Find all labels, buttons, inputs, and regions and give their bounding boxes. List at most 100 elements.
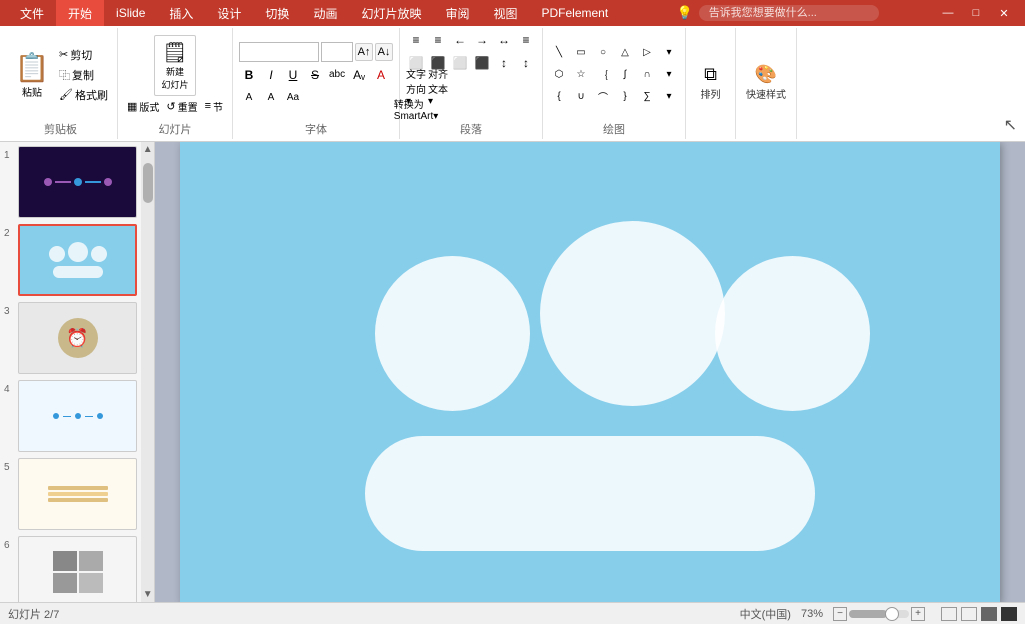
tab-animation[interactable]: 动画 bbox=[301, 0, 349, 26]
layout-button[interactable]: ▦ 版式 bbox=[124, 98, 162, 115]
column-button[interactable]: ≡ bbox=[516, 30, 536, 50]
tab-islide[interactable]: iSlide bbox=[104, 0, 157, 26]
slide-item-2[interactable]: 2 bbox=[4, 224, 137, 296]
pill-bottom[interactable] bbox=[365, 436, 815, 551]
maximize-button[interactable]: □ bbox=[963, 3, 989, 23]
text-direction2[interactable]: 文字方向▾ bbox=[406, 76, 426, 96]
zoom-in-button[interactable]: + bbox=[911, 607, 925, 621]
underline-button[interactable]: U bbox=[283, 65, 303, 85]
shape-more3[interactable]: ▾ bbox=[659, 87, 679, 107]
scroll-down-arrow[interactable]: ▼ bbox=[141, 589, 154, 600]
text-direction-button[interactable]: ↕ bbox=[516, 53, 536, 73]
slide-item-1[interactable]: 1 bbox=[4, 146, 137, 218]
reset-button[interactable]: ↺ 重置 bbox=[163, 98, 200, 115]
circle-left[interactable] bbox=[375, 256, 530, 411]
indent-decrease-button[interactable]: ← bbox=[450, 30, 470, 50]
shape-more[interactable]: ▾ bbox=[659, 43, 679, 63]
shape13[interactable]: ⌒ bbox=[593, 87, 613, 107]
new-slide-button[interactable]: 🗒 新建 幻灯片 bbox=[154, 35, 195, 96]
tab-file[interactable]: 文件 bbox=[8, 0, 56, 26]
slide-sorter-button[interactable] bbox=[961, 607, 977, 621]
font-clear-button[interactable]: Aa bbox=[283, 88, 303, 108]
circle-center[interactable] bbox=[540, 221, 725, 406]
reading-view-button[interactable] bbox=[981, 607, 997, 621]
tab-home[interactable]: 开始 bbox=[56, 0, 104, 26]
tab-review[interactable]: 审阅 bbox=[433, 0, 481, 26]
font-size-input[interactable]: 18 bbox=[321, 42, 353, 62]
slide-panel-scrollbar[interactable]: ▲ ▼ bbox=[141, 142, 154, 602]
shape5[interactable]: ▷ bbox=[637, 43, 657, 63]
slideshow-button[interactable] bbox=[1001, 607, 1017, 621]
scroll-up-arrow[interactable]: ▲ bbox=[141, 144, 154, 155]
bold-button[interactable]: B bbox=[239, 65, 259, 85]
arrange-button[interactable]: ⧉ 排列 bbox=[693, 62, 729, 103]
shape3[interactable]: ○ bbox=[593, 43, 613, 63]
font-color-button[interactable]: A bbox=[371, 65, 391, 85]
bullets-button[interactable]: ≡ bbox=[406, 30, 426, 50]
shape7[interactable]: ☆ bbox=[571, 65, 591, 85]
slide-item-6[interactable]: 6 bbox=[4, 536, 137, 602]
slide-thumb-1[interactable] bbox=[18, 146, 137, 218]
justify[interactable]: ⬛ bbox=[472, 53, 492, 73]
section-button[interactable]: ≡ 节 bbox=[202, 98, 226, 115]
close-button[interactable]: ✕ bbox=[991, 3, 1017, 23]
search-input[interactable] bbox=[699, 5, 879, 21]
quick-styles-button[interactable]: 🎨 快速样式 bbox=[742, 62, 790, 103]
indent-increase-button[interactable]: → bbox=[472, 30, 492, 50]
copy-button[interactable]: ⿻ 复制 bbox=[56, 66, 111, 84]
minimize-button[interactable]: — bbox=[935, 3, 961, 23]
shape11[interactable]: { bbox=[549, 87, 569, 107]
numbering-button[interactable]: ≡ bbox=[428, 30, 448, 50]
tab-pdfelement[interactable]: PDFelement bbox=[530, 0, 621, 26]
tab-switch[interactable]: 切换 bbox=[253, 0, 301, 26]
slide-thumb-2[interactable] bbox=[18, 224, 137, 296]
shape6[interactable]: ⬡ bbox=[549, 65, 569, 85]
slide-thumb-3[interactable]: ⏰ bbox=[18, 302, 137, 374]
convert-smartart[interactable]: 转换为SmartArt▾ bbox=[406, 99, 426, 119]
shape10[interactable]: ∩ bbox=[637, 65, 657, 85]
font-extra2[interactable]: A bbox=[261, 88, 281, 108]
scroll-thumb[interactable] bbox=[143, 163, 153, 203]
shape4[interactable]: △ bbox=[615, 43, 635, 63]
paste-button[interactable]: 📋 粘贴 bbox=[10, 44, 54, 106]
shape12[interactable]: ∪ bbox=[571, 87, 591, 107]
font-name-input[interactable] bbox=[239, 42, 319, 62]
zoom-out-button[interactable]: − bbox=[833, 607, 847, 621]
zoom-slider[interactable] bbox=[849, 610, 909, 618]
shape8[interactable]: ｛ bbox=[593, 65, 613, 85]
tab-view[interactable]: 视图 bbox=[481, 0, 529, 26]
slide-canvas[interactable] bbox=[180, 142, 1000, 602]
tab-design[interactable]: 设计 bbox=[205, 0, 253, 26]
slide-item-4[interactable]: 4 bbox=[4, 380, 137, 452]
line-spacing[interactable]: ↕ bbox=[494, 53, 514, 73]
text-shadow-button[interactable]: abc bbox=[327, 65, 347, 85]
normal-view-button[interactable] bbox=[941, 607, 957, 621]
italic-button[interactable]: I bbox=[261, 65, 281, 85]
shape2[interactable]: ▭ bbox=[571, 43, 591, 63]
decrease-font-button[interactable]: A↓ bbox=[375, 43, 393, 61]
zoom-handle[interactable] bbox=[885, 607, 899, 621]
strikethrough-button[interactable]: S bbox=[305, 65, 325, 85]
tab-insert[interactable]: 插入 bbox=[157, 0, 205, 26]
slide-item-3[interactable]: 3 ⏰ bbox=[4, 302, 137, 374]
shape-more2[interactable]: ▾ bbox=[659, 65, 679, 85]
shape14[interactable]: } bbox=[615, 87, 635, 107]
rtl-button[interactable]: ↔ bbox=[494, 30, 514, 50]
increase-font-button[interactable]: A↑ bbox=[355, 43, 373, 61]
char-spacing-button[interactable]: Aᵥ bbox=[349, 65, 369, 85]
shape9[interactable]: ∫ bbox=[615, 65, 635, 85]
slide-thumb-6[interactable] bbox=[18, 536, 137, 602]
circle-right[interactable] bbox=[715, 256, 870, 411]
shape15[interactable]: ∑ bbox=[637, 87, 657, 107]
slide-item-5[interactable]: 5 bbox=[4, 458, 137, 530]
slide-thumb-4[interactable] bbox=[18, 380, 137, 452]
cut-button[interactable]: ✂ 剪切 bbox=[56, 46, 111, 64]
align-text[interactable]: 对齐文本▾ bbox=[428, 76, 448, 96]
align-right[interactable]: ⬜ bbox=[450, 53, 470, 73]
tab-slideshow[interactable]: 幻灯片放映 bbox=[349, 0, 433, 26]
slide-thumb-5[interactable] bbox=[18, 458, 137, 530]
font-extra1[interactable]: A bbox=[239, 88, 259, 108]
format-painter-button[interactable]: 🖌 格式刷 bbox=[56, 86, 111, 104]
new-slide-main[interactable]: 🗒 新建 幻灯片 bbox=[155, 36, 194, 95]
shape1[interactable]: ╲ bbox=[549, 43, 569, 63]
